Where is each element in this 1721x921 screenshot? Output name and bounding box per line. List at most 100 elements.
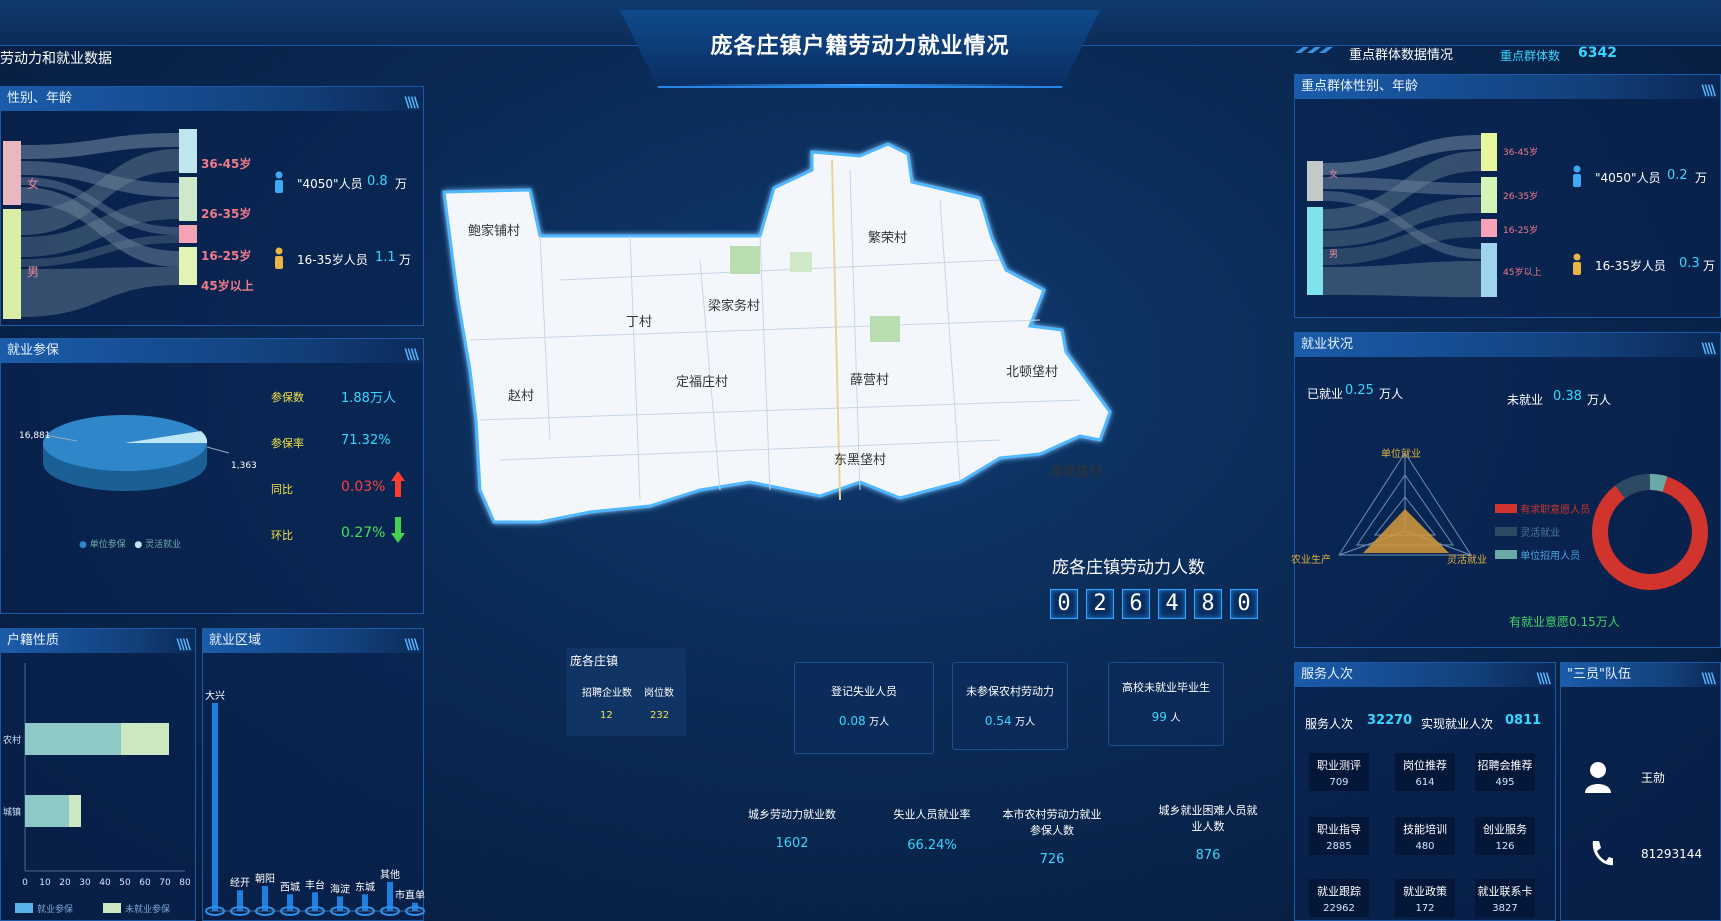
sankey-node-male	[3, 209, 21, 319]
service-panel: 服务人次 \\\\ 服务人次 32270 实现就业人次 0811 职业测评 709 …	[1294, 662, 1556, 921]
team-phone[interactable]: 81293144	[1641, 847, 1702, 861]
service-cell-value: 22962	[1323, 903, 1355, 914]
donut-chart	[1592, 474, 1708, 590]
pie-small-label: 1,363	[231, 461, 257, 471]
age-label-3: 16-25岁	[1503, 226, 1539, 236]
stat2-label: 16-35岁人员	[1595, 259, 1666, 273]
panel-title: 就业状况	[1301, 337, 1354, 352]
service-cell: 就业政策 172	[1395, 879, 1455, 917]
household-panel: 户籍性质 \\\\ 农村 城镇 0 10 20 30 40 50 60 70 80 就业参保 未就业参保	[0, 628, 196, 921]
panel-title: 就业参保	[7, 343, 60, 358]
sankey-node-age-3	[179, 225, 197, 243]
legend-swatch	[15, 903, 33, 913]
village-label: 南顿垡村	[1050, 464, 1102, 480]
stat1-label: "4050"人员	[297, 177, 363, 191]
household-category-label: 城镇	[3, 806, 21, 818]
section-deco-icon	[1295, 40, 1335, 53]
legend-item: 灵活就业	[1520, 528, 1561, 539]
x-tick-label: 60	[139, 878, 151, 888]
pie-big-label: 16,881	[19, 431, 51, 441]
household-bar	[121, 723, 169, 755]
region-category-label: 大兴	[205, 689, 225, 702]
service-cell-value: 709	[1329, 777, 1349, 788]
stat1-unit: 万	[395, 177, 408, 191]
region-category-label: 西城	[280, 881, 300, 893]
village-map[interactable]: 鲍家铺村 繁荣村 丁村 梁家务村 赵村 定福庄村 薛营村 北顿垡村 东黑垡村 南…	[440, 140, 1190, 580]
service-cell: 技能培训 480	[1395, 817, 1455, 855]
stat-box-graduates: 高校未就业毕业生 99 人	[1108, 662, 1224, 746]
stat-box-unit: 人	[1170, 713, 1181, 724]
sankey-node-age-4	[179, 247, 197, 285]
legend-unit: 单位参保	[89, 540, 126, 550]
stat-box-unit: 万人	[869, 717, 890, 728]
realized-label: 实现就业人次	[1421, 717, 1494, 731]
counter-digit: 4	[1158, 589, 1186, 619]
town-box-col2: 岗位数	[644, 688, 674, 699]
sankey-node-age-1	[179, 129, 197, 173]
panel-header: "三员"队伍 \\\\	[1561, 663, 1720, 687]
service-cell: 就业跟踪 22962	[1309, 879, 1369, 917]
radar-axis-label: 灵活就业	[1447, 555, 1487, 566]
service-cell: 职业测评 709	[1309, 753, 1369, 791]
village-label: 丁村	[626, 315, 652, 330]
service-cell-value: 126	[1495, 841, 1515, 852]
stat2-value: 1.1	[375, 250, 396, 265]
employed-unit: 万人	[1379, 387, 1404, 401]
bottom-stat-label: 失业人员就业率	[893, 808, 971, 821]
region-bar	[287, 894, 293, 911]
region-category-label: 海淀	[330, 882, 350, 895]
region-category-label: 丰台	[305, 878, 325, 891]
region-bar-chart: 大兴经开朝阳西城丰台海淀东城其他市直单位	[205, 689, 425, 916]
row-label-mom: 环比	[271, 529, 293, 542]
service-cell-label: 职业指导	[1317, 823, 1361, 836]
counter-digit: 8	[1194, 589, 1222, 619]
person-gold-icon	[1571, 253, 1583, 279]
service-cell: 创业服务 126	[1475, 817, 1535, 855]
right-section-title: 重点群体数据情况	[1349, 48, 1454, 63]
phone-icon[interactable]	[1589, 839, 1615, 871]
panel-header: 性别、年龄 \\\\	[1, 87, 423, 111]
bottom-stat-value: 876	[1195, 848, 1221, 863]
female-label: 女	[1329, 170, 1339, 180]
counter-digit: 6	[1122, 589, 1150, 619]
row-label-count: 参保数	[271, 391, 304, 404]
panel-title: 服务人次	[1301, 667, 1354, 682]
age-label-4: 45岁以上	[1503, 268, 1542, 278]
employed-label: 已就业	[1307, 387, 1344, 401]
stat-box-value: 0.54	[984, 714, 1012, 728]
region-bar	[362, 894, 368, 911]
key-gender-age-panel: 重点群体性别、年龄 \\\\ 女 男 36-45岁 26-35岁 16-25岁 4…	[1294, 74, 1721, 318]
age-label-1: 36-45岁	[1503, 148, 1539, 158]
donut-slice	[1649, 474, 1668, 492]
town-box: 庞各庄镇 招聘企业数 岗位数 12 232	[566, 648, 686, 736]
key-group-value: 6342	[1578, 45, 1617, 61]
stat-box-uninsured: 未参保农村劳动力 0.54 万人	[952, 662, 1068, 750]
service-cell-label: 创业服务	[1483, 823, 1527, 836]
counter-digit: 0	[1050, 589, 1078, 619]
radar-axis-label: 农业生产	[1291, 555, 1331, 566]
stat1-value: 0.2	[1667, 168, 1688, 183]
stat2-label: 16-35岁人员	[297, 253, 368, 267]
legend-flexible: 灵活就业	[145, 540, 182, 550]
service-cell-label: 岗位推荐	[1403, 759, 1447, 772]
map-outline	[442, 142, 1112, 524]
x-tick-label: 0	[22, 878, 28, 888]
x-tick-label: 70	[159, 878, 171, 888]
row-label-rate: 参保率	[271, 437, 304, 450]
stat2-value: 0.3	[1679, 256, 1700, 271]
radar-area	[1363, 509, 1449, 553]
stat-box-value: 0.08	[838, 714, 866, 728]
household-bar	[25, 723, 121, 755]
insurance-panel: 就业参保 \\\\ 16,881 1,363 ● 单位参保 ● 灵活就业 参保数 …	[0, 338, 424, 614]
employment-legend: 有求职意愿人员 灵活就业 单位招用人员	[1495, 501, 1590, 562]
service-cell-value: 2885	[1326, 841, 1352, 852]
service-value: 32270	[1367, 713, 1413, 728]
left-section-title: 劳动力和就业数据	[0, 51, 112, 67]
region-category-label: 东城	[355, 880, 375, 893]
x-tick-label: 40	[99, 878, 111, 888]
insurance-pie-chart	[43, 415, 230, 491]
pie-legend: ● 单位参保 ● 灵活就业	[79, 540, 182, 550]
town-box-col1: 招聘企业数	[582, 688, 632, 699]
bottom-stat-value: 726	[1039, 852, 1065, 867]
legend-item: 单位招用人员	[1520, 551, 1581, 562]
